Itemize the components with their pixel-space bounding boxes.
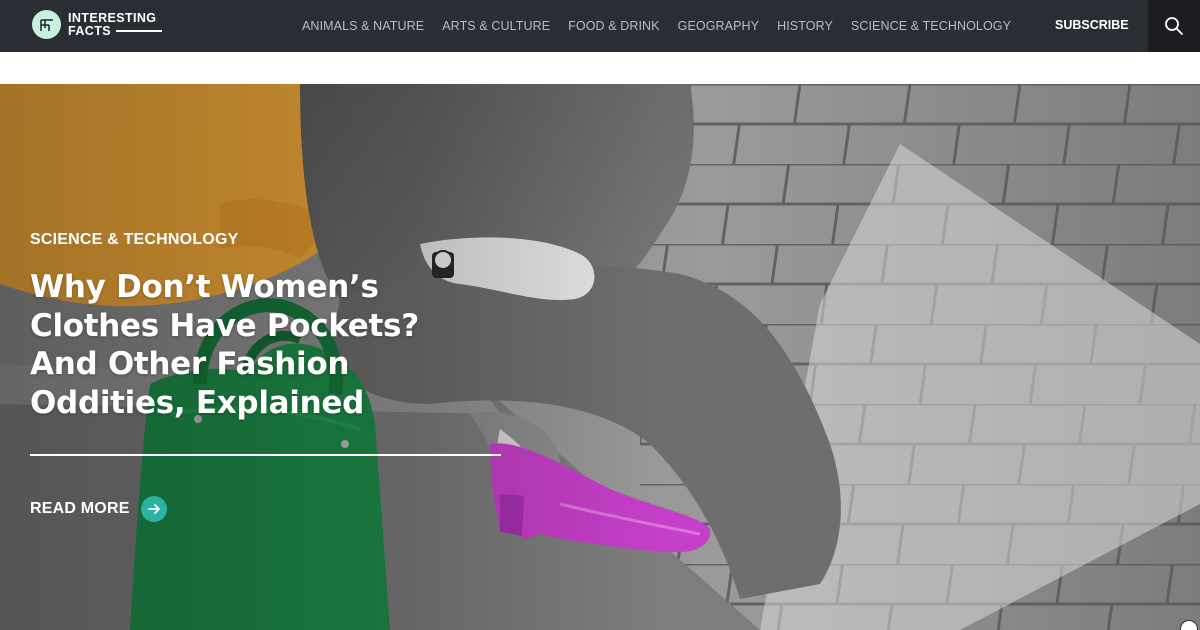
logo-line-1: INTERESTING: [68, 10, 157, 25]
logo-underline: [115, 30, 162, 32]
logo-mark-icon: [32, 10, 61, 39]
search-icon: [1165, 17, 1183, 35]
nav-item-science-technology[interactable]: SCIENCE & TECHNOLOGY: [851, 19, 1011, 33]
hero-headline[interactable]: Why Don’t Women’s Clothes Have Pockets? …: [30, 268, 450, 422]
nav-item-history[interactable]: HISTORY: [777, 19, 833, 33]
hero-category-link[interactable]: SCIENCE & TECHNOLOGY: [30, 231, 238, 249]
nav-item-animals-nature[interactable]: ANIMALS & NATURE: [302, 19, 424, 33]
logo-line-2: FACTS: [68, 23, 162, 38]
main-nav: ANIMALS & NATURE ARTS & CULTURE FOOD & D…: [302, 0, 1029, 52]
site-header: INTERESTING FACTS ANIMALS & NATURE ARTS …: [0, 0, 1200, 52]
hero-divider: [30, 454, 501, 456]
search-button[interactable]: [1148, 0, 1200, 52]
nav-item-geography[interactable]: GEOGRAPHY: [678, 19, 759, 33]
nav-item-arts-culture[interactable]: ARTS & CULTURE: [442, 19, 550, 33]
header-spacer: [0, 52, 1200, 84]
site-logo[interactable]: INTERESTING FACTS: [32, 10, 162, 39]
arrow-right-icon: [140, 496, 167, 522]
nav-item-food-drink[interactable]: FOOD & DRINK: [568, 19, 659, 33]
subscribe-button[interactable]: SUBSCRIBE: [1055, 18, 1129, 32]
read-more-label: READ MORE: [30, 500, 130, 517]
hero-feature: SCIENCE & TECHNOLOGY Why Don’t Women’s C…: [0, 84, 1200, 630]
logo-line-2-text: FACTS: [68, 23, 111, 38]
read-more-link[interactable]: READ MORE: [30, 496, 167, 522]
logo-wordmark: INTERESTING FACTS: [68, 10, 162, 38]
